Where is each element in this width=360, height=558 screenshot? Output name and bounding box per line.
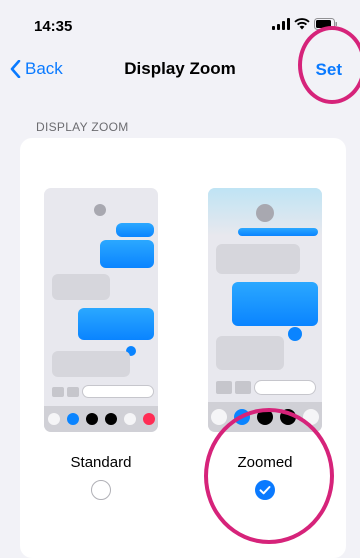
battery-icon [314,18,337,30]
status-bar: 14:35 [0,0,360,44]
camera-icon [216,381,232,394]
zoomed-preview[interactable] [208,188,322,432]
zoomed-radio-selected[interactable] [255,480,275,500]
dock-app-icon [104,413,117,425]
dock-app-icon [47,413,60,425]
set-button[interactable]: Set [316,60,342,80]
message-bubble [216,336,284,370]
appstore-icon [235,381,251,394]
message-field [82,385,154,398]
message-input-row [52,385,154,398]
standard-preview[interactable] [44,188,158,432]
message-tail [288,327,302,341]
message-bubble [216,244,300,274]
dock-app-icon [142,413,155,425]
standard-radio[interactable] [91,480,111,500]
appstore-icon [67,386,79,397]
option-label-standard: Standard [70,454,132,471]
camera-icon [52,386,64,397]
dock-app-icon [302,409,319,425]
dock-app-icon [256,409,273,425]
message-bubble [100,240,154,268]
page-title: Display Zoom [124,59,236,78]
status-time: 14:35 [34,18,73,35]
dock-app-icon [211,409,228,425]
message-bubble [78,308,154,340]
dock-app-icon [279,409,296,425]
navigation-bar: Back Display Zoom Set [0,54,360,84]
dock-app-icon [234,409,251,425]
message-input-row [216,380,316,395]
section-header: DISPLAY ZOOM [36,120,129,134]
contact-avatar-icon [94,204,106,216]
option-label-zoomed: Zoomed [237,454,293,471]
message-bubble [52,351,130,377]
dock-app-icon [123,413,136,425]
message-field [254,380,316,395]
app-dock [208,402,322,432]
cellular-signal-icon [272,18,290,30]
contact-avatar-icon [256,204,274,222]
message-bubble [116,223,154,237]
message-bubble [238,228,318,236]
message-bubble [52,274,110,300]
wifi-icon [294,18,310,30]
status-icons [272,18,338,30]
app-dock [44,406,158,432]
message-bubble [232,282,318,326]
checkmark-icon [259,486,271,495]
display-zoom-card: Standard Zoomed [20,138,346,558]
dock-app-icon [66,413,79,425]
dock-app-icon [85,413,98,425]
